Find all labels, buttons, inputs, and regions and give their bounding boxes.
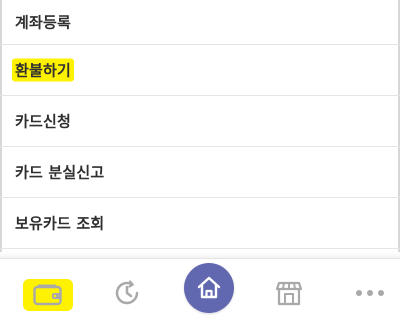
nav-home-button[interactable] [184, 263, 234, 313]
menu-list: 계좌등록 환불하기 카드신청 카드 분실신고 보유카드 조회 [0, 0, 400, 249]
nav-store-button[interactable] [265, 269, 313, 317]
home-icon [197, 276, 221, 299]
menu-item-label: 카드 분실신고 [15, 163, 105, 182]
app-screen: 계좌등록 환불하기 카드신청 카드 분실신고 보유카드 조회 [0, 0, 400, 326]
menu-item-refund[interactable]: 환불하기 [0, 45, 400, 96]
menu-item-account-registration[interactable]: 계좌등록 [0, 0, 400, 45]
nav-history-button[interactable] [103, 269, 151, 317]
nav-wallet-button[interactable] [23, 279, 73, 311]
menu-item-label: 계좌등록 [15, 13, 72, 32]
history-icon [115, 280, 139, 305]
menu-item-label: 환불하기 [12, 58, 75, 82]
nav-more-button[interactable] [346, 269, 394, 317]
menu-item-card-loss-report[interactable]: 카드 분실신고 [0, 147, 400, 198]
menu-item-card-lookup[interactable]: 보유카드 조회 [0, 198, 400, 249]
menu-item-label: 카드신청 [15, 112, 72, 131]
bottom-navigation [0, 258, 400, 326]
menu-item-card-application[interactable]: 카드신청 [0, 96, 400, 147]
wallet-icon [33, 284, 62, 306]
more-icon [356, 290, 384, 296]
store-icon [275, 281, 303, 306]
menu-item-label: 보유카드 조회 [15, 214, 105, 233]
